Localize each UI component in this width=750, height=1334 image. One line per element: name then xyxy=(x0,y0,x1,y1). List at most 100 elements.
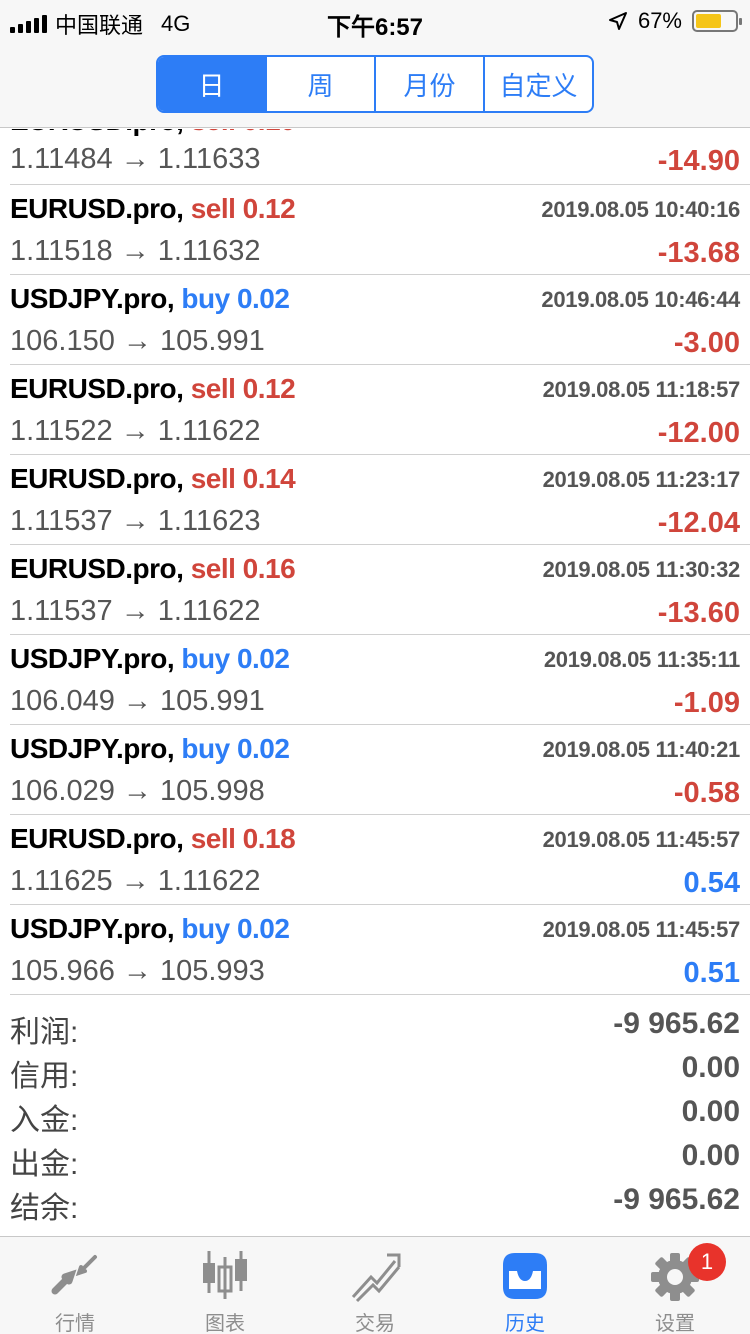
period-header: 日 周 月份 自定义 xyxy=(0,40,750,128)
deal-time: 2019.08.05 11:30:32 xyxy=(542,557,741,582)
summary-value: 0.00 xyxy=(681,1051,740,1084)
deal-prices: 105.966 → 105.993 xyxy=(10,955,265,987)
deal-profit: -13.60 xyxy=(657,597,740,629)
deal-title: USDJPY.pro, buy 0.02 xyxy=(10,643,290,675)
deal-row[interactable]: EURUSD.pro, sell 0.16 2019.08.05 11:30:32… xyxy=(10,545,750,635)
deal-row[interactable]: USDJPY.pro, buy 0.02 2019.08.05 11:35:11 1… xyxy=(10,635,750,725)
deal-profit: 0.54 xyxy=(683,867,740,899)
deal-symbol: EURUSD.pro, xyxy=(10,463,184,494)
deal-prices: 106.049 → 105.991 xyxy=(10,685,265,717)
deal-row[interactable]: EURUSD.pro, sell 0.12 2019.08.05 11:18:57… xyxy=(10,365,750,455)
deal-profit: -12.00 xyxy=(657,417,740,449)
quotes-icon xyxy=(51,1255,97,1295)
deal-symbol: USDJPY.pro, xyxy=(10,283,175,314)
tab-chart-label: 图表 xyxy=(205,1313,245,1334)
tab-history[interactable]: 历史 xyxy=(450,1237,600,1334)
deal-prices: 1.11537 → 1.11622 xyxy=(10,595,261,627)
deal-side: sell xyxy=(191,129,236,136)
deal-profit: 0.51 xyxy=(683,957,740,989)
tab-history-label: 历史 xyxy=(505,1313,545,1334)
battery-percent: 67% xyxy=(637,8,682,33)
deal-side: buy xyxy=(181,283,230,314)
deal-volume: 0.16 xyxy=(242,553,296,584)
location-arrow-icon xyxy=(608,12,627,30)
deal-symbol: USDJPY.pro, xyxy=(10,643,175,674)
deal-symbol: USDJPY.pro, xyxy=(10,733,175,764)
tab-quotes[interactable]: 行情 xyxy=(0,1237,150,1334)
tab-settings-label: 设置 xyxy=(655,1313,695,1334)
bottom-tab-bar: 行情 图表 交易 历史 1 设置 xyxy=(0,1236,750,1334)
deal-title: USDJPY.pro, buy 0.02 xyxy=(10,283,290,315)
summary-row: 信用: 0.00 xyxy=(10,1049,740,1093)
tab-trade-label: 交易 xyxy=(355,1313,395,1334)
deal-row[interactable]: USDJPY.pro, buy 0.02 2019.08.05 11:40:21 1… xyxy=(10,725,750,815)
deal-time: 2019.08.05 10:46:44 xyxy=(541,287,740,312)
deal-row[interactable]: USDJPY.pro, buy 0.02 2019.08.05 10:46:44 1… xyxy=(10,275,750,365)
deal-side: buy xyxy=(181,643,230,674)
deal-side: sell xyxy=(190,823,236,854)
tab-settings[interactable]: 1 设置 xyxy=(600,1237,750,1334)
deal-volume: 0.02 xyxy=(236,913,290,944)
deal-symbol: EURUSD.pro, xyxy=(10,193,184,224)
summary-row: 出金: 0.00 xyxy=(10,1137,740,1181)
tab-day[interactable]: 日 xyxy=(158,57,267,111)
deal-profit: -13.68 xyxy=(657,237,740,269)
tab-custom[interactable]: 自定义 xyxy=(485,57,592,111)
deal-volume: 0.12 xyxy=(242,193,296,224)
tab-month[interactable]: 月份 xyxy=(376,57,485,111)
summary-label: 信用: xyxy=(10,1060,79,1093)
deal-time: 2019.08.05 11:45:57 xyxy=(542,827,741,852)
summary-row: 结余: -9 965.62 xyxy=(10,1181,740,1225)
tab-trade[interactable]: 交易 xyxy=(300,1237,450,1334)
deal-volume: 0.02 xyxy=(236,283,290,314)
deal-symbol: EURUSD.pro, xyxy=(10,373,184,404)
summary-label: 利润: xyxy=(10,1016,79,1049)
deal-volume: 0.02 xyxy=(236,733,290,764)
summary-value: -9 965.62 xyxy=(613,1183,740,1216)
deal-symbol: EURUSD.pro, xyxy=(10,553,184,584)
deal-prices: 1.11484 → 1.11633 xyxy=(10,143,261,175)
deal-list[interactable]: EURUSD.pro, sell 0.10 1.11484 → 1.11633 -1… xyxy=(0,129,750,995)
tab-week[interactable]: 周 xyxy=(267,57,376,111)
deal-row[interactable]: EURUSD.pro, sell 0.12 2019.08.05 10:40:16… xyxy=(10,185,750,275)
chart-icon xyxy=(203,1251,247,1299)
deal-side: sell xyxy=(190,463,236,494)
deal-time: 2019.08.05 10:40:16 xyxy=(541,197,740,222)
period-segmented-control: 日 周 月份 自定义 xyxy=(156,55,594,113)
deal-row[interactable]: EURUSD.pro, sell 0.10 1.11484 → 1.11633 -1… xyxy=(10,129,750,185)
deal-prices: 106.150 → 105.991 xyxy=(10,325,265,357)
deal-prices: 106.029 → 105.998 xyxy=(10,775,265,807)
deal-title: EURUSD.pro, sell 0.16 xyxy=(10,553,296,585)
deal-title: EURUSD.pro, sell 0.12 xyxy=(10,193,296,225)
deal-title: USDJPY.pro, buy 0.02 xyxy=(10,733,290,765)
deal-prices: 1.11625 → 1.11622 xyxy=(10,865,261,897)
battery-icon xyxy=(692,10,742,32)
deal-row[interactable]: USDJPY.pro, buy 0.02 2019.08.05 11:45:57 1… xyxy=(10,905,750,995)
tab-chart[interactable]: 图表 xyxy=(150,1237,300,1334)
deal-volume: 0.12 xyxy=(242,373,296,404)
deal-volume: 0.18 xyxy=(242,823,296,854)
deal-side: sell xyxy=(190,193,236,224)
summary-row: 利润: -9 965.62 xyxy=(10,1005,740,1049)
deal-symbol: USDJPY.pro, xyxy=(10,913,175,944)
deal-prices: 1.11522 → 1.11622 xyxy=(10,415,261,447)
deal-title: EURUSD.pro, sell 0.18 xyxy=(10,823,296,855)
summary-row: 入金: 0.00 xyxy=(10,1093,740,1137)
deal-row[interactable]: EURUSD.pro, sell 0.18 2019.08.05 11:45:57… xyxy=(10,815,750,905)
deal-prices: 1.11537 → 1.11623 xyxy=(10,505,261,537)
deal-profit: -0.58 xyxy=(673,777,740,809)
deal-volume: 0.14 xyxy=(242,463,296,494)
deal-side: sell xyxy=(190,373,236,404)
deal-side: buy xyxy=(181,733,230,764)
deal-time: 2019.08.05 11:23:17 xyxy=(542,467,741,492)
summary-value: 0.00 xyxy=(681,1095,740,1128)
deal-volume: 0.10 xyxy=(243,129,296,136)
deal-row[interactable]: EURUSD.pro, sell 0.14 2019.08.05 11:23:17… xyxy=(10,455,750,545)
status-bar: 中国联通 4G 下午6:57 67% xyxy=(0,0,750,41)
deal-title: EURUSD.pro, sell 0.10 xyxy=(10,129,296,137)
summary-label: 入金: xyxy=(10,1104,79,1137)
deal-profit: -12.04 xyxy=(657,507,740,539)
summary-value: 0.00 xyxy=(681,1139,740,1172)
summary-value: -9 965.62 xyxy=(613,1007,740,1040)
deal-title: EURUSD.pro, sell 0.14 xyxy=(10,463,296,495)
